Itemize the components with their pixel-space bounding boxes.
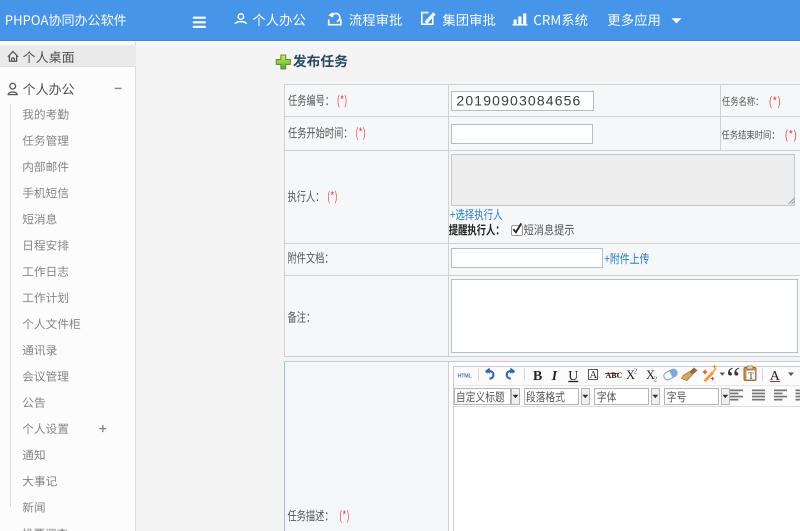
svg-text:A: A <box>770 369 781 384</box>
svg-text:B: B <box>533 368 542 383</box>
svg-text:2: 2 <box>654 375 658 384</box>
svg-text:A: A <box>590 370 598 381</box>
svg-text:I: I <box>551 368 558 383</box>
svg-text:T: T <box>748 371 754 381</box>
svg-text:20190903084656: 20190903084656 <box>456 92 581 108</box>
svg-text:ABC: ABC <box>606 371 623 380</box>
svg-text:2: 2 <box>634 367 638 376</box>
svg-text:U: U <box>568 368 578 383</box>
svg-text:HTML: HTML <box>458 373 473 379</box>
